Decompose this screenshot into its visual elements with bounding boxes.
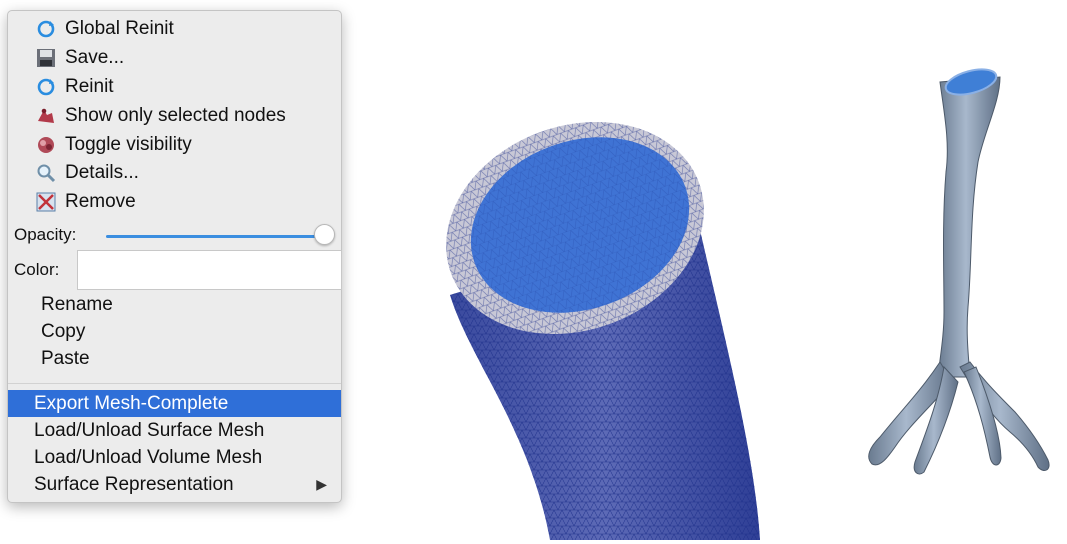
menu-item-load-volume-mesh[interactable]: Load/Unload Volume Mesh <box>8 444 341 471</box>
submenu-arrow-icon: ▶ <box>316 476 327 492</box>
menu-item-label: Paste <box>41 348 90 369</box>
vessel-model-viewport[interactable] <box>860 62 1060 492</box>
menu-item-copy[interactable]: Copy <box>8 318 341 345</box>
menu-item-label: Save... <box>65 47 125 68</box>
menu-item-paste[interactable]: Paste <box>8 345 341 372</box>
menu-item-reinit[interactable]: Reinit <box>8 73 341 100</box>
menu-separator <box>8 383 341 384</box>
menu-item-load-surface-mesh[interactable]: Load/Unload Surface Mesh <box>8 417 341 444</box>
menu-item-label: Reinit <box>65 76 114 97</box>
menu-item-label: Toggle visibility <box>65 134 192 155</box>
menu-item-label: Remove <box>65 191 136 212</box>
magnifier-icon <box>36 163 56 183</box>
menu-item-save[interactable]: Save... <box>8 44 341 71</box>
menu-item-remove[interactable]: Remove <box>8 188 341 215</box>
floppy-disk-icon <box>36 48 56 68</box>
menu-item-label: Copy <box>41 321 86 342</box>
vessel-trunk <box>937 76 1001 378</box>
toggle-visibility-icon <box>36 135 56 155</box>
menu-item-label: Load/Unload Surface Mesh <box>34 420 265 441</box>
refresh-icon <box>36 19 56 39</box>
refresh-icon <box>36 77 56 97</box>
color-swatch[interactable] <box>77 250 342 290</box>
menu-item-details[interactable]: Details... <box>8 159 341 186</box>
selected-nodes-icon <box>36 106 56 126</box>
menu-item-label: Surface Representation <box>34 474 234 495</box>
menu-item-export-mesh-complete[interactable]: Export Mesh-Complete <box>8 390 341 417</box>
opacity-slider-track[interactable] <box>106 235 324 238</box>
menu-item-global-reinit[interactable]: Global Reinit <box>8 15 341 42</box>
menu-item-surface-representation[interactable]: Surface Representation ▶ <box>8 471 341 498</box>
mesh-viewport[interactable] <box>430 110 770 540</box>
opacity-slider-knob[interactable] <box>314 224 335 245</box>
menu-item-label: Rename <box>41 294 113 315</box>
opacity-label: Opacity: <box>14 225 77 244</box>
menu-item-rename[interactable]: Rename <box>8 291 341 318</box>
menu-item-label: Export Mesh-Complete <box>34 393 229 414</box>
menu-item-label: Details... <box>65 162 139 183</box>
menu-item-label: Global Reinit <box>65 18 174 39</box>
menu-item-toggle-visibility[interactable]: Toggle visibility <box>8 131 341 158</box>
menu-item-label: Load/Unload Volume Mesh <box>34 447 263 468</box>
context-menu: Global Reinit Save... Reinit Show only s… <box>7 10 342 503</box>
menu-item-show-selected[interactable]: Show only selected nodes <box>8 102 341 129</box>
menu-item-label: Show only selected nodes <box>65 105 286 126</box>
remove-icon <box>36 192 56 212</box>
color-label: Color: <box>14 260 60 279</box>
vessel-branches <box>868 361 1050 475</box>
